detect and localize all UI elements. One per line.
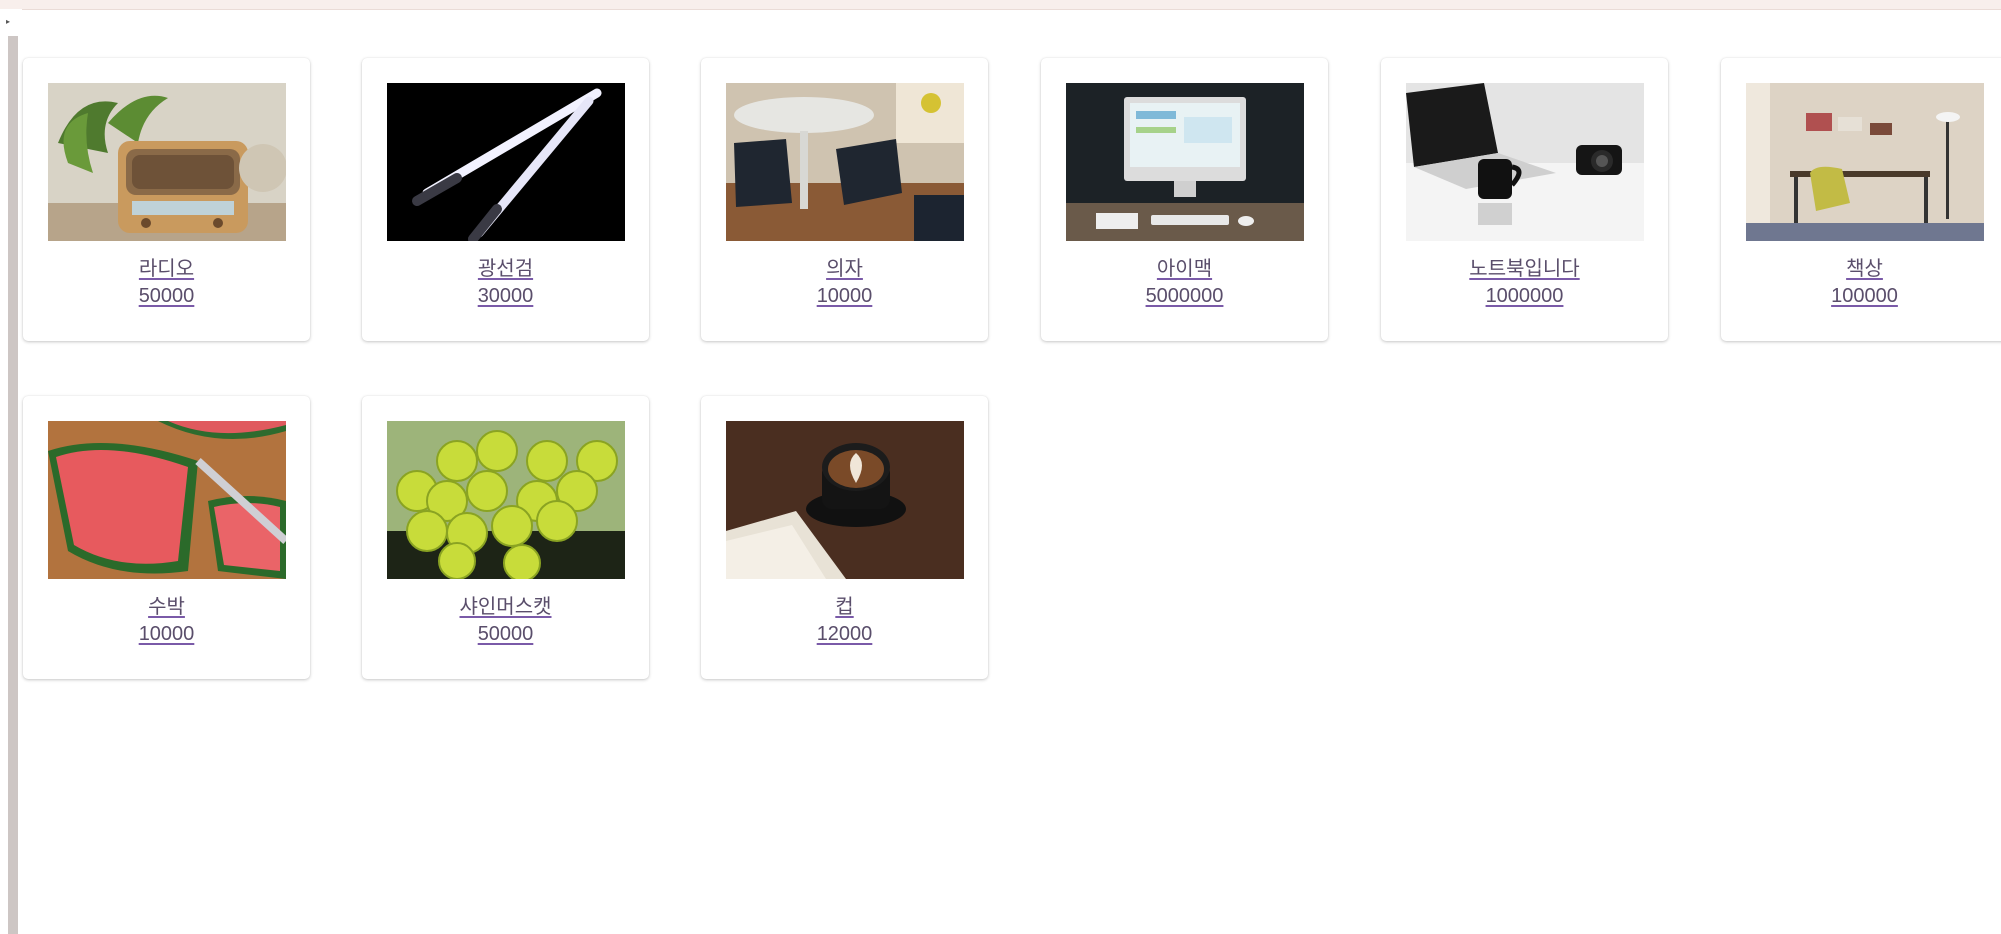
product-price[interactable]: 12000 bbox=[701, 623, 988, 646]
product-card[interactable]: 광선검 30000 bbox=[362, 58, 649, 341]
product-image-imac[interactable] bbox=[1066, 83, 1304, 241]
product-name[interactable]: 샤인머스캣 bbox=[362, 590, 649, 619]
product-name[interactable]: 책상 bbox=[1721, 252, 2001, 281]
product-card[interactable]: 샤인머스캣 50000 bbox=[362, 396, 649, 679]
product-price[interactable]: 50000 bbox=[362, 623, 649, 646]
left-scroll-gutter: ▸ bbox=[0, 9, 22, 934]
product-name[interactable]: 광선검 bbox=[362, 252, 649, 281]
product-name[interactable]: 수박 bbox=[23, 590, 310, 619]
product-image-chair[interactable] bbox=[726, 83, 964, 241]
product-card[interactable]: 컵 12000 bbox=[701, 396, 988, 679]
product-card[interactable]: 책상 100000 bbox=[1721, 58, 2001, 341]
product-image-desk[interactable] bbox=[1746, 83, 1984, 241]
product-price[interactable]: 10000 bbox=[701, 285, 988, 308]
product-image-lightsaber[interactable] bbox=[387, 83, 625, 241]
scroll-arrow-icon[interactable]: ▸ bbox=[6, 18, 12, 26]
window-top-edge bbox=[0, 0, 2001, 10]
product-image-radio[interactable] bbox=[48, 83, 286, 241]
product-price[interactable]: 10000 bbox=[23, 623, 310, 646]
product-name[interactable]: 의자 bbox=[701, 252, 988, 281]
product-price[interactable]: 100000 bbox=[1721, 285, 2001, 308]
product-price[interactable]: 5000000 bbox=[1041, 285, 1328, 308]
product-image-watermelon[interactable] bbox=[48, 421, 286, 579]
product-price[interactable]: 50000 bbox=[23, 285, 310, 308]
product-image-grapes[interactable] bbox=[387, 421, 625, 579]
product-card[interactable]: 의자 10000 bbox=[701, 58, 988, 341]
product-name[interactable]: 노트북입니다 bbox=[1381, 252, 1668, 281]
product-card[interactable]: 수박 10000 bbox=[23, 396, 310, 679]
product-price[interactable]: 30000 bbox=[362, 285, 649, 308]
product-name[interactable]: 아이맥 bbox=[1041, 252, 1328, 281]
vertical-scrollbar[interactable] bbox=[8, 36, 18, 934]
product-card[interactable]: 노트북입니다 1000000 bbox=[1381, 58, 1668, 341]
product-price[interactable]: 1000000 bbox=[1381, 285, 1668, 308]
product-card[interactable]: 아이맥 5000000 bbox=[1041, 58, 1328, 341]
product-name[interactable]: 라디오 bbox=[23, 252, 310, 281]
product-card[interactable]: 라디오 50000 bbox=[23, 58, 310, 341]
product-image-laptop[interactable] bbox=[1406, 83, 1644, 241]
product-image-coffee-cup[interactable] bbox=[726, 421, 964, 579]
product-name[interactable]: 컵 bbox=[701, 590, 988, 619]
